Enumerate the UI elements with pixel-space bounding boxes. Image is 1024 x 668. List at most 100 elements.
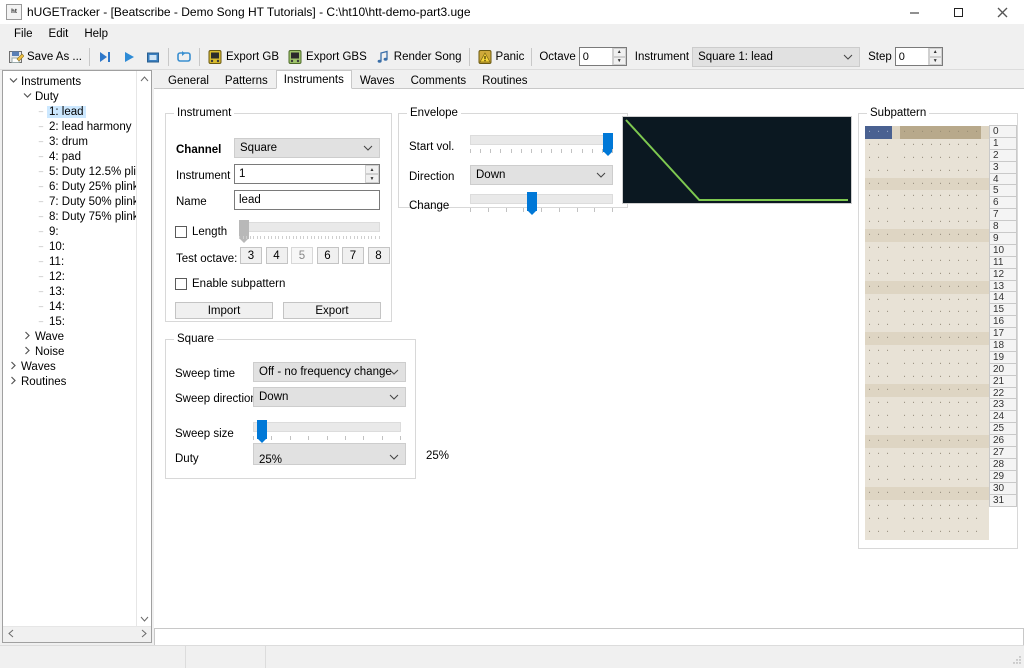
subpattern-row[interactable]: ············ [865, 203, 989, 216]
subpattern-cell[interactable]: · [909, 345, 918, 358]
subpattern-cell[interactable]: · [900, 358, 909, 371]
subpattern-cell[interactable]: · [972, 410, 981, 423]
tree-item[interactable]: –5: Duty 12.5% plink [3, 164, 151, 179]
subpattern-cell[interactable]: · [865, 384, 874, 397]
tab-comments[interactable]: Comments [403, 72, 475, 89]
subpattern-cell[interactable]: · [963, 526, 972, 539]
subpattern-cell[interactable]: · [954, 461, 963, 474]
subpattern-row[interactable]: ············ [865, 139, 989, 152]
subpattern-cell[interactable]: · [954, 152, 963, 165]
subpattern-cell[interactable]: · [972, 474, 981, 487]
subpattern-cell[interactable]: · [918, 281, 927, 294]
subpattern-cell[interactable]: · [936, 216, 945, 229]
tree-item[interactable]: –13: [3, 284, 151, 299]
subpattern-cell[interactable]: · [945, 448, 954, 461]
subpattern-cell[interactable]: · [963, 319, 972, 332]
subpattern-cell[interactable]: · [874, 306, 883, 319]
subpattern-cell[interactable]: · [927, 190, 936, 203]
subpattern-cell[interactable]: · [945, 152, 954, 165]
subpattern-cell[interactable]: · [865, 332, 874, 345]
subpattern-cell[interactable]: · [909, 513, 918, 526]
subpattern-cell[interactable]: · [909, 358, 918, 371]
subpattern-cell[interactable]: · [936, 178, 945, 191]
subpattern-cell-group-note[interactable]: ··· [865, 268, 892, 281]
subpattern-cell[interactable]: · [963, 384, 972, 397]
subpattern-cell[interactable]: · [918, 448, 927, 461]
subpattern-row-numbers[interactable]: 0123456789101112131415161718192021222324… [989, 126, 1017, 507]
loop-button[interactable] [172, 45, 196, 69]
subpattern-cell[interactable]: · [972, 281, 981, 294]
subpattern-cell[interactable]: · [945, 332, 954, 345]
subpattern-cell[interactable]: · [900, 345, 909, 358]
subpattern-row[interactable]: ············ [865, 474, 989, 487]
subpattern-cell[interactable]: · [945, 435, 954, 448]
tab-instruments[interactable]: Instruments [276, 70, 352, 89]
subpattern-cell-group-effect[interactable]: ········· [900, 229, 981, 242]
subpattern-cell-group-effect[interactable]: ········· [900, 474, 981, 487]
subpattern-cell[interactable]: · [874, 384, 883, 397]
tree-item[interactable]: –12: [3, 269, 151, 284]
subpattern-cell-group-effect[interactable]: ········· [900, 152, 981, 165]
subpattern-cell[interactable]: · [874, 216, 883, 229]
subpattern-cell[interactable]: · [945, 461, 954, 474]
subpattern-cell[interactable]: · [865, 216, 874, 229]
subpattern-row[interactable]: ············ [865, 268, 989, 281]
subpattern-cell[interactable]: · [963, 203, 972, 216]
subpattern-cell[interactable]: · [874, 461, 883, 474]
subpattern-cell[interactable]: · [918, 526, 927, 539]
subpattern-cell[interactable]: · [900, 178, 909, 191]
tab-patterns[interactable]: Patterns [217, 72, 276, 89]
subpattern-cell[interactable]: · [927, 229, 936, 242]
subpattern-cell[interactable]: · [909, 203, 918, 216]
subpattern-cell[interactable]: · [918, 319, 927, 332]
subpattern-cell[interactable]: · [936, 435, 945, 448]
subpattern-cell[interactable]: · [945, 474, 954, 487]
subpattern-row[interactable]: ············ [865, 358, 989, 371]
subpattern-cell[interactable]: · [865, 319, 874, 332]
subpattern-cell[interactable]: · [900, 410, 909, 423]
subpattern-cell[interactable]: · [936, 487, 945, 500]
subpattern-cell[interactable]: · [927, 474, 936, 487]
subpattern-cell[interactable]: · [936, 229, 945, 242]
subpattern-cell[interactable]: · [927, 152, 936, 165]
subpattern-cell[interactable]: · [954, 513, 963, 526]
subpattern-cell-group-effect[interactable]: ········· [900, 358, 981, 371]
chevron-right-icon[interactable] [7, 361, 19, 372]
subpattern-cell[interactable]: · [883, 500, 892, 513]
subpattern-cell-group-note[interactable]: ··· [865, 216, 892, 229]
subpattern-row[interactable]: ············ [865, 448, 989, 461]
subpattern-row[interactable]: ············ [865, 152, 989, 165]
subpattern-cell[interactable]: · [874, 203, 883, 216]
subpattern-cell[interactable]: · [874, 126, 883, 139]
subpattern-cell-group-note[interactable]: ··· [865, 500, 892, 513]
subpattern-cell[interactable]: · [909, 448, 918, 461]
subpattern-cell[interactable]: · [972, 242, 981, 255]
subpattern-cell-group-effect[interactable]: ········· [900, 332, 981, 345]
subpattern-cell[interactable]: · [972, 294, 981, 307]
subpattern-cell[interactable]: · [883, 371, 892, 384]
subpattern-cell-group-note[interactable]: ··· [865, 513, 892, 526]
tab-strip[interactable]: GeneralPatternsInstrumentsWavesCommentsR… [154, 70, 1024, 89]
tree-item[interactable]: –6: Duty 25% plink [3, 179, 151, 194]
subpattern-cell[interactable]: · [874, 526, 883, 539]
subpattern-cell[interactable]: · [918, 487, 927, 500]
subpattern-cell[interactable]: · [918, 422, 927, 435]
subpattern-cell[interactable]: · [918, 358, 927, 371]
subpattern-cell-group-note[interactable]: ··· [865, 152, 892, 165]
subpattern-cell[interactable]: · [874, 474, 883, 487]
subpattern-cell[interactable]: · [972, 526, 981, 539]
subpattern-row-number[interactable]: 31 [989, 494, 1017, 507]
subpattern-cell[interactable]: · [963, 152, 972, 165]
subpattern-cell[interactable]: · [963, 410, 972, 423]
subpattern-cell[interactable]: · [874, 332, 883, 345]
subpattern-cell-group-effect[interactable]: ········· [900, 487, 981, 500]
subpattern-cell-group-note[interactable]: ··· [865, 358, 892, 371]
subpattern-cell[interactable]: · [954, 384, 963, 397]
instrument-spin-down[interactable]: ▼ [365, 174, 379, 183]
subpattern-cell[interactable]: · [927, 281, 936, 294]
subpattern-cell[interactable]: · [936, 268, 945, 281]
subpattern-cell[interactable]: · [927, 332, 936, 345]
subpattern-cell[interactable]: · [874, 165, 883, 178]
subpattern-cell[interactable]: · [945, 513, 954, 526]
subpattern-cell[interactable]: · [936, 190, 945, 203]
